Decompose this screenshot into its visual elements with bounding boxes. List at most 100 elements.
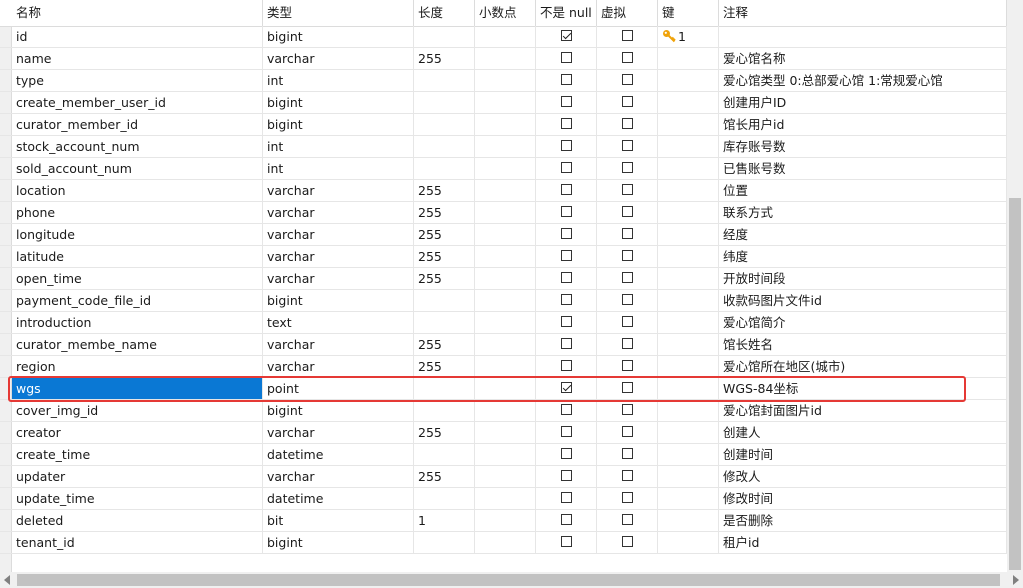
field-comment-cell[interactable] <box>719 26 1007 47</box>
field-comment-cell[interactable]: 经度 <box>719 224 1007 245</box>
not-null-checkbox[interactable] <box>561 470 572 481</box>
key-cell[interactable] <box>658 334 719 355</box>
field-comment-cell[interactable]: 已售账号数 <box>719 158 1007 179</box>
key-cell[interactable] <box>658 70 719 91</box>
field-type-cell[interactable]: varchar <box>263 180 414 201</box>
field-name-cell[interactable]: introduction <box>12 312 263 333</box>
table-row[interactable]: tenant_id bigint 租户id <box>0 532 1007 554</box>
key-cell[interactable] <box>658 378 719 399</box>
field-name-cell[interactable]: updater <box>12 466 263 487</box>
field-comment-cell[interactable]: 是否删除 <box>719 510 1007 531</box>
not-null-checkbox[interactable] <box>561 338 572 349</box>
field-decimals-cell[interactable] <box>475 202 536 223</box>
virtual-checkbox[interactable] <box>622 96 633 107</box>
field-type-cell[interactable]: bigint <box>263 114 414 135</box>
field-decimals-cell[interactable] <box>475 136 536 157</box>
field-decimals-cell[interactable] <box>475 312 536 333</box>
field-comment-cell[interactable]: 纬度 <box>719 246 1007 267</box>
virtual-checkbox[interactable] <box>622 448 633 459</box>
virtual-checkbox[interactable] <box>622 250 633 261</box>
field-length-cell[interactable] <box>414 158 475 179</box>
virtual-checkbox[interactable] <box>622 316 633 327</box>
field-type-cell[interactable]: bit <box>263 510 414 531</box>
field-name-cell[interactable]: cover_img_id <box>12 400 263 421</box>
field-comment-cell[interactable]: 馆长姓名 <box>719 334 1007 355</box>
table-row[interactable]: longitude varchar 255 经度 <box>0 224 1007 246</box>
table-row[interactable]: stock_account_num int 库存账号数 <box>0 136 1007 158</box>
field-decimals-cell[interactable] <box>475 532 536 553</box>
field-type-cell[interactable]: varchar <box>263 202 414 223</box>
field-length-cell[interactable]: 255 <box>414 356 475 377</box>
virtual-checkbox[interactable] <box>622 228 633 239</box>
field-comment-cell[interactable]: 库存账号数 <box>719 136 1007 157</box>
not-null-checkbox[interactable] <box>561 448 572 459</box>
field-type-cell[interactable]: bigint <box>263 400 414 421</box>
table-row[interactable]: wgs point WGS-84坐标 <box>0 378 1007 400</box>
virtual-checkbox[interactable] <box>622 492 633 503</box>
key-cell[interactable] <box>658 290 719 311</box>
field-length-cell[interactable] <box>414 290 475 311</box>
field-type-cell[interactable]: varchar <box>263 356 414 377</box>
field-length-cell[interactable]: 255 <box>414 334 475 355</box>
table-row[interactable]: region varchar 255 爱心馆所在地区(城市) <box>0 356 1007 378</box>
key-cell[interactable] <box>658 444 719 465</box>
field-name-cell[interactable]: region <box>12 356 263 377</box>
key-cell[interactable] <box>658 466 719 487</box>
not-null-checkbox[interactable] <box>561 492 572 503</box>
field-type-cell[interactable]: varchar <box>263 224 414 245</box>
field-length-cell[interactable]: 255 <box>414 224 475 245</box>
not-null-checkbox[interactable] <box>561 426 572 437</box>
column-header-not-null[interactable]: 不是 null <box>536 0 597 26</box>
table-row[interactable]: create_member_user_id bigint 创建用户ID <box>0 92 1007 114</box>
field-name-cell[interactable]: phone <box>12 202 263 223</box>
not-null-checkbox[interactable] <box>561 514 572 525</box>
not-null-checkbox[interactable] <box>561 140 572 151</box>
column-header-decimals[interactable]: 小数点 <box>475 0 536 26</box>
field-name-cell[interactable]: id <box>12 26 263 47</box>
field-name-cell[interactable]: create_time <box>12 444 263 465</box>
field-decimals-cell[interactable] <box>475 422 536 443</box>
field-type-cell[interactable]: bigint <box>263 290 414 311</box>
key-cell[interactable] <box>658 246 719 267</box>
not-null-checkbox[interactable] <box>561 404 572 415</box>
virtual-checkbox[interactable] <box>622 162 633 173</box>
table-row[interactable]: update_time datetime 修改时间 <box>0 488 1007 510</box>
field-type-cell[interactable]: varchar <box>263 268 414 289</box>
field-name-cell[interactable]: curator_member_id <box>12 114 263 135</box>
field-comment-cell[interactable]: 租户id <box>719 532 1007 553</box>
not-null-checkbox[interactable] <box>561 360 572 371</box>
field-type-cell[interactable]: varchar <box>263 48 414 69</box>
field-comment-cell[interactable]: 馆长用户id <box>719 114 1007 135</box>
field-decimals-cell[interactable] <box>475 290 536 311</box>
field-name-cell[interactable]: deleted <box>12 510 263 531</box>
field-decimals-cell[interactable] <box>475 180 536 201</box>
table-row[interactable]: type int 爱心馆类型 0:总部爱心馆 1:常规爱心馆 <box>0 70 1007 92</box>
field-type-cell[interactable]: datetime <box>263 444 414 465</box>
table-row[interactable]: deleted bit 1 是否删除 <box>0 510 1007 532</box>
table-row[interactable]: location varchar 255 位置 <box>0 180 1007 202</box>
field-type-cell[interactable]: varchar <box>263 422 414 443</box>
field-comment-cell[interactable]: WGS-84坐标 <box>719 378 1007 399</box>
key-cell[interactable] <box>658 48 719 69</box>
virtual-checkbox[interactable] <box>622 338 633 349</box>
field-comment-cell[interactable]: 爱心馆类型 0:总部爱心馆 1:常规爱心馆 <box>719 70 1007 91</box>
field-type-cell[interactable]: bigint <box>263 92 414 113</box>
field-decimals-cell[interactable] <box>475 378 536 399</box>
field-type-cell[interactable]: int <box>263 158 414 179</box>
table-row[interactable]: sold_account_num int 已售账号数 <box>0 158 1007 180</box>
scroll-right-arrow-icon[interactable] <box>1013 575 1019 585</box>
field-type-cell[interactable]: bigint <box>263 26 414 47</box>
not-null-checkbox[interactable] <box>561 294 572 305</box>
field-comment-cell[interactable]: 联系方式 <box>719 202 1007 223</box>
field-length-cell[interactable]: 255 <box>414 202 475 223</box>
horizontal-scrollbar[interactable] <box>0 572 1023 588</box>
field-length-cell[interactable] <box>414 70 475 91</box>
virtual-checkbox[interactable] <box>622 470 633 481</box>
field-decimals-cell[interactable] <box>475 488 536 509</box>
field-length-cell[interactable] <box>414 136 475 157</box>
key-cell[interactable] <box>658 312 719 333</box>
field-decimals-cell[interactable] <box>475 158 536 179</box>
virtual-checkbox[interactable] <box>622 426 633 437</box>
table-row[interactable]: cover_img_id bigint 爱心馆封面图片id <box>0 400 1007 422</box>
field-name-cell[interactable]: update_time <box>12 488 263 509</box>
